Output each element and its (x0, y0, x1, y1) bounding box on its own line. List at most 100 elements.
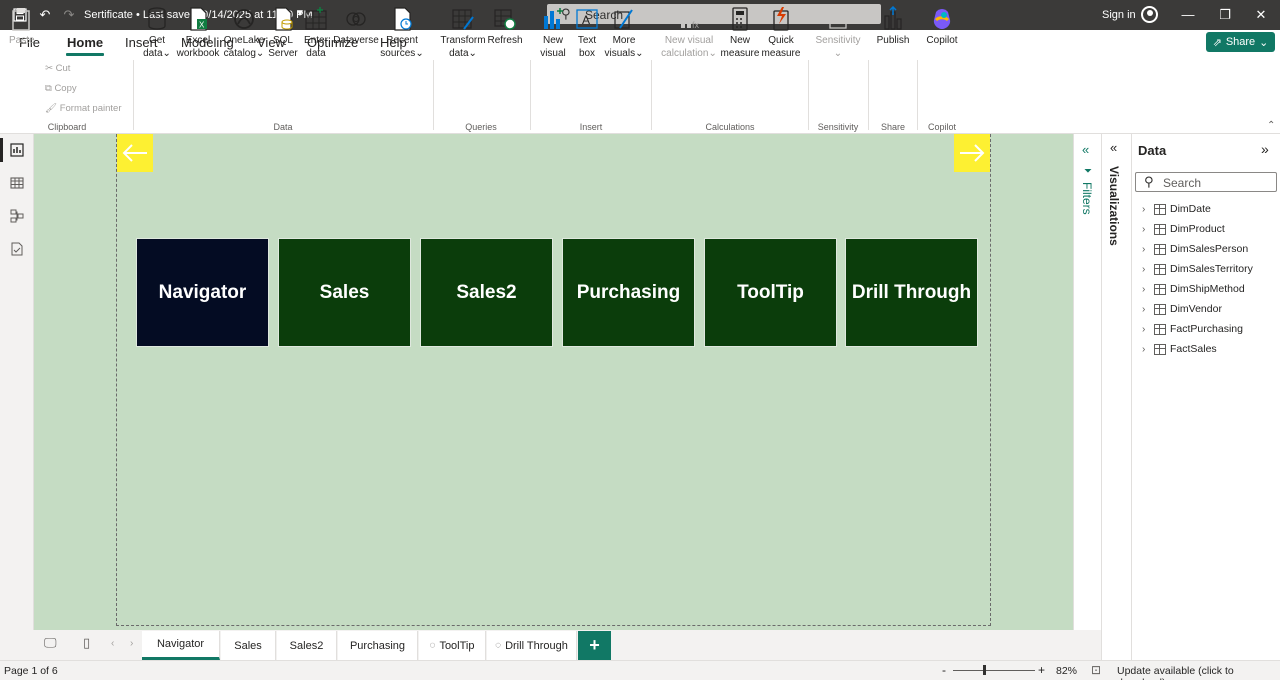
undo-icon[interactable]: ↶ (37, 7, 53, 23)
table-name: FactPurchasing (1170, 323, 1243, 335)
model-view-icon[interactable] (8, 207, 26, 225)
quick-measure-button[interactable]: Quick measure (761, 6, 801, 60)
back-arrow-button[interactable] (117, 134, 153, 172)
transform-label: Transform (440, 35, 486, 46)
copy-button[interactable]: ⧉ Copy (45, 83, 77, 94)
visualizations-pane-collapsed[interactable]: « Visualizations (1101, 134, 1131, 680)
copilot-button[interactable]: Copilot (922, 6, 962, 47)
page-tab-navigator[interactable]: Navigator (142, 631, 220, 660)
table-name: DimSalesTerritory (1170, 263, 1253, 275)
sensitivity-button[interactable]: Sensitivity ⌄ (814, 6, 862, 60)
chevron-right-icon: › (1142, 203, 1146, 215)
new-visual-button[interactable]: New visual (538, 6, 568, 60)
scroll-right-icon[interactable]: › (130, 638, 133, 649)
refresh-button[interactable]: Refresh (487, 6, 523, 47)
svg-text:A: A (582, 13, 590, 27)
group-label-clipboard: Clipboard (47, 122, 87, 132)
table-item-factpurchasing[interactable]: › FactPurchasing (1142, 321, 1243, 337)
recent-sources-button[interactable]: Recent sources⌄ (380, 6, 424, 60)
account-icon[interactable] (1141, 6, 1158, 23)
table-icon (1154, 203, 1166, 215)
desktop-layout-icon[interactable]: 🖵 (44, 635, 57, 651)
text-box-button[interactable]: A Text box (573, 6, 601, 60)
cut-button[interactable]: ✂ Cut (45, 63, 70, 74)
mobile-layout-icon[interactable]: ▯ (83, 635, 90, 651)
more-visuals-label2: visuals (604, 48, 636, 59)
zoom-slider[interactable] (953, 670, 1035, 671)
table-item-dimproduct[interactable]: › DimProduct (1142, 221, 1225, 237)
calculator-icon (732, 7, 748, 31)
text-box-icon: A (576, 9, 598, 29)
page-tab-tooltip[interactable]: ◌ ToolTip (419, 631, 486, 660)
chevron-down-icon: ⌄ (468, 48, 477, 59)
new-visual-calculation-button[interactable]: fx New visual calculation⌄ (658, 6, 720, 60)
view-switcher (0, 134, 34, 630)
dataverse-button[interactable]: Dataverse (333, 6, 379, 47)
table-name: DimDate (1170, 203, 1211, 215)
zoom-out-button[interactable]: - (942, 663, 946, 677)
dax-query-view-icon[interactable] (8, 240, 26, 258)
table-item-dimsalesterritory[interactable]: › DimSalesTerritory (1142, 261, 1253, 277)
search-icon: ⚲ (1144, 174, 1154, 189)
add-page-button[interactable]: + (578, 631, 611, 660)
expand-filters-icon[interactable]: « (1082, 142, 1089, 157)
excel-workbook-button[interactable]: X Excel workbook (175, 6, 221, 60)
table-item-dimshipmethod[interactable]: › DimShipMethod (1142, 281, 1245, 297)
minimize-icon[interactable]: — (1178, 6, 1198, 24)
page-tab-drill-through[interactable]: ◌ Drill Through (487, 631, 577, 660)
paste-icon (12, 8, 30, 31)
redo-icon[interactable]: ↷ (61, 7, 77, 23)
new-measure-button[interactable]: New measure (720, 6, 760, 60)
sql-server-button[interactable]: SQL Server (268, 6, 298, 60)
nav-tile-sales[interactable]: Sales (278, 238, 411, 347)
page-tab-sales[interactable]: Sales (221, 631, 276, 660)
forward-arrow-button[interactable] (954, 134, 990, 172)
get-data-button[interactable]: Get data⌄ (141, 6, 173, 60)
restore-icon[interactable]: ❐ (1215, 6, 1235, 24)
svg-text:X: X (199, 21, 205, 30)
nav-tile-sales2[interactable]: Sales2 (420, 238, 553, 347)
zoom-slider-handle[interactable] (983, 665, 986, 675)
nav-tile-drill-through[interactable]: Drill Through (845, 238, 978, 347)
onelake-catalog-button[interactable]: OneLake catalog⌄ (222, 6, 266, 60)
enter-data-button[interactable]: Enter data (301, 6, 331, 60)
format-painter-button[interactable]: 🖌 Format painter (45, 103, 121, 114)
onelake-icon (234, 9, 254, 29)
chevron-down-icon: ⌄ (162, 48, 171, 59)
paste-button[interactable]: Paste (9, 6, 35, 47)
nav-tile-purchasing[interactable]: Purchasing (562, 238, 695, 347)
fit-to-page-icon[interactable]: ⊡ (1091, 663, 1101, 677)
table-item-dimsalesperson[interactable]: › DimSalesPerson (1142, 241, 1248, 257)
page-tab-purchasing[interactable]: Purchasing (338, 631, 418, 660)
update-notice[interactable]: Update available (click to download) (1117, 665, 1280, 680)
more-visuals-button[interactable]: More visuals⌄ (604, 6, 644, 60)
zoom-level[interactable]: 82% (1056, 665, 1077, 677)
share-button[interactable]: ⇗ Share ⌄ (1206, 32, 1275, 52)
group-label-data: Data (273, 122, 293, 132)
nav-tile-navigator[interactable]: Navigator (136, 238, 269, 347)
data-search-input[interactable]: ⚲ Search (1135, 172, 1277, 192)
table-item-dimvendor[interactable]: › DimVendor (1142, 301, 1222, 317)
page-tab-sales2[interactable]: Sales2 (277, 631, 337, 660)
expand-visualizations-icon[interactable]: « (1110, 140, 1117, 155)
sign-in-link[interactable]: Sign in (1102, 9, 1136, 21)
group-separator (651, 60, 652, 130)
recent-label: Recent (386, 35, 418, 46)
report-view-icon[interactable] (8, 141, 26, 159)
table-view-icon[interactable] (8, 174, 26, 192)
table-item-factsales[interactable]: › FactSales (1142, 341, 1217, 357)
filters-pane-collapsed[interactable]: « ⏷ Filters (1073, 134, 1101, 630)
data-pane-title: Data (1138, 143, 1167, 158)
scroll-left-icon[interactable]: ‹ (111, 638, 114, 649)
publish-button[interactable]: Publish (874, 6, 912, 47)
close-icon[interactable]: ✕ (1251, 6, 1271, 24)
nav-tile-tooltip[interactable]: ToolTip (704, 238, 837, 347)
chevron-right-icon: › (1142, 223, 1146, 235)
collapse-data-pane-icon[interactable]: » (1261, 141, 1269, 157)
transform-data-button[interactable]: Transform data⌄ (440, 6, 486, 60)
group-separator (530, 60, 531, 130)
table-item-dimdate[interactable]: › DimDate (1142, 201, 1211, 217)
tab-home[interactable]: Home (65, 35, 105, 56)
collapse-ribbon-icon[interactable]: ⌃ (1267, 120, 1275, 131)
zoom-in-button[interactable]: + (1038, 663, 1045, 677)
